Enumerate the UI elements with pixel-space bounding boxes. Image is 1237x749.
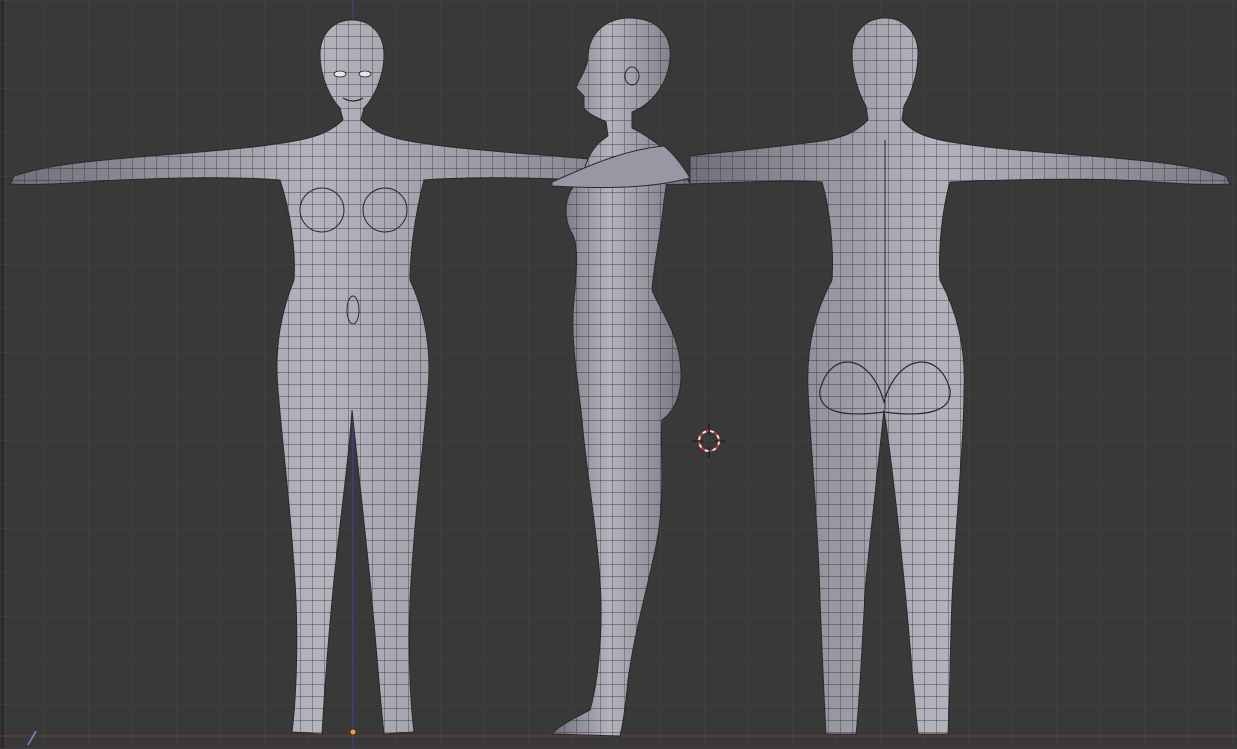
object-origin-icon[interactable] xyxy=(349,728,357,736)
3d-viewport[interactable] xyxy=(0,0,1237,749)
viewport-canvas[interactable] xyxy=(0,0,1237,749)
